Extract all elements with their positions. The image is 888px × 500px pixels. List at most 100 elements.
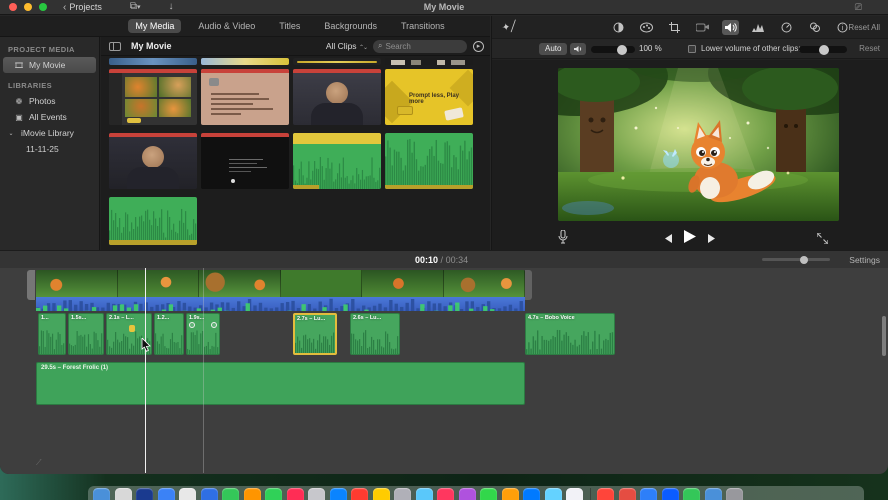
- timeline-vertical-scrollbar[interactable]: [882, 316, 886, 356]
- media-thumb-document[interactable]: [201, 69, 289, 125]
- playhead[interactable]: [145, 268, 146, 473]
- display-icon[interactable]: ⎚: [855, 2, 862, 13]
- volume-slider[interactable]: [591, 44, 635, 55]
- mute-button[interactable]: [570, 42, 586, 55]
- clip-filter-icon[interactable]: [806, 20, 823, 35]
- search-input[interactable]: ⌕ Search: [373, 39, 467, 53]
- dock-app-icon[interactable]: [523, 488, 540, 500]
- fade-handle-icon[interactable]: [211, 322, 217, 328]
- sidebar-toggle-icon[interactable]: [109, 41, 121, 51]
- dock-app-icon[interactable]: [308, 488, 325, 500]
- dock-app-icon[interactable]: [157, 488, 175, 500]
- lower-volume-knob[interactable]: [819, 44, 829, 55]
- media-thumb-presenter-2[interactable]: [109, 133, 197, 189]
- noise-equalizer-icon[interactable]: [750, 20, 767, 35]
- previous-frame-button[interactable]: [662, 230, 672, 248]
- fullscreen-icon[interactable]: [816, 231, 829, 249]
- fade-handle-icon[interactable]: [189, 322, 195, 328]
- background-music-clip[interactable]: 29.5s – Forest Frolic (1): [36, 362, 525, 405]
- dock-app-icon[interactable]: [394, 488, 411, 500]
- media-thumb-audio-3[interactable]: [109, 197, 197, 245]
- auto-volume-button[interactable]: Auto: [539, 42, 568, 55]
- media-thumb-screen-recording[interactable]: [201, 133, 289, 189]
- tab-titles[interactable]: Titles: [272, 19, 307, 33]
- media-thumb-partial[interactable]: [293, 58, 381, 65]
- speed-icon[interactable]: [778, 20, 795, 35]
- dock-app-icon[interactable]: [93, 488, 110, 500]
- clip-trim-handle-right[interactable]: [525, 270, 532, 300]
- timeline-zoom-slider[interactable]: [762, 255, 830, 264]
- dock-app-icon[interactable]: [480, 488, 497, 500]
- magic-wand-icon[interactable]: ✦╱: [501, 21, 517, 34]
- audio-clip-selected[interactable]: 2.7s – Lu...: [293, 313, 337, 355]
- sidebar-item-imovie-library[interactable]: ⌄ iMovie Library: [0, 125, 99, 141]
- circled-arrow-icon[interactable]: ▸: [473, 40, 484, 52]
- reset-button[interactable]: Reset: [859, 44, 880, 53]
- settings-button[interactable]: Settings: [849, 255, 880, 265]
- import-media-icon[interactable]: ⧉▾: [130, 1, 141, 13]
- lower-volume-slider[interactable]: [799, 44, 847, 55]
- dock-app-icon[interactable]: [544, 488, 562, 500]
- volume-icon[interactable]: [722, 19, 739, 35]
- media-thumb-slide[interactable]: Prompt less, Play more: [385, 69, 473, 125]
- dock-app-icon[interactable]: [243, 488, 261, 500]
- dock-app-icon[interactable]: [683, 488, 700, 500]
- clip-trim-handle-left[interactable]: [27, 270, 35, 300]
- close-window-button[interactable]: [9, 3, 17, 11]
- zoom-window-button[interactable]: [39, 3, 47, 11]
- dock-app-icon[interactable]: [114, 488, 132, 500]
- sidebar-item-all-events[interactable]: ▣ All Events: [0, 109, 99, 125]
- dock-app-icon[interactable]: [640, 488, 657, 500]
- audio-clip[interactable]: 1.5s...: [68, 313, 104, 355]
- dock-app-icon[interactable]: [501, 488, 519, 500]
- reset-all-button[interactable]: Reset All: [848, 23, 880, 32]
- audio-clip[interactable]: 2.6s – Lu...: [350, 313, 400, 355]
- dock-app-icon[interactable]: [222, 488, 239, 500]
- color-correction-icon[interactable]: [638, 20, 655, 35]
- dock-app-icon[interactable]: [265, 488, 282, 500]
- media-thumb-partial[interactable]: [201, 58, 289, 65]
- tab-transitions[interactable]: Transitions: [394, 19, 452, 33]
- dock-app-icon[interactable]: [458, 488, 476, 500]
- dock-app-icon[interactable]: [437, 488, 454, 500]
- beat-marker-icon[interactable]: [129, 325, 135, 332]
- next-frame-button[interactable]: [708, 230, 718, 248]
- preview-video[interactable]: [558, 68, 839, 221]
- dock-app-icon[interactable]: [329, 488, 347, 500]
- dock-app-icon[interactable]: [726, 488, 743, 500]
- play-button[interactable]: [684, 230, 696, 248]
- voiceover-mic-icon[interactable]: [558, 229, 568, 249]
- dock-app-icon[interactable]: [286, 488, 304, 500]
- media-thumb-partial[interactable]: [385, 58, 473, 65]
- sidebar-item-event-date[interactable]: 11-11-25: [0, 141, 99, 157]
- tab-backgrounds[interactable]: Backgrounds: [317, 19, 384, 33]
- media-thumb-photo-grid[interactable]: [109, 69, 197, 125]
- media-thumb-audio-2[interactable]: [385, 133, 473, 189]
- audio-clip[interactable]: 4.7s – Bobo Voice: [525, 313, 615, 355]
- dock-app-icon[interactable]: [661, 488, 679, 500]
- volume-slider-knob[interactable]: [617, 44, 627, 55]
- dock-app-icon[interactable]: [566, 488, 583, 500]
- dock-app-icon[interactable]: [179, 488, 196, 500]
- crop-icon[interactable]: [666, 20, 683, 35]
- timeline-zoom-knob[interactable]: [800, 255, 808, 264]
- dock-app-icon[interactable]: [136, 488, 153, 500]
- download-arrow-icon[interactable]: ↓: [169, 2, 174, 12]
- lower-volume-checkbox[interactable]: [688, 44, 696, 53]
- tab-audio-video[interactable]: Audio & Video: [191, 19, 262, 33]
- dock-app-icon[interactable]: [618, 488, 636, 500]
- video-audio-waveform[interactable]: [36, 297, 525, 311]
- media-thumb-presenter[interactable]: [293, 69, 381, 125]
- media-thumb-audio-1[interactable]: [293, 133, 381, 189]
- tab-my-media[interactable]: My Media: [128, 19, 182, 33]
- dock-app-icon[interactable]: [415, 488, 433, 500]
- minimize-window-button[interactable]: [24, 3, 32, 11]
- sidebar-item-photos[interactable]: ❁ Photos: [0, 93, 99, 109]
- sidebar-item-my-movie[interactable]: 🎞 My Movie: [3, 57, 96, 73]
- all-clips-filter[interactable]: All Clips ⌃⌄: [326, 41, 368, 51]
- timeline[interactable]: 1... 1.5s... 2.1s – L... 1.2... 1.9s... …: [0, 268, 888, 474]
- media-thumb-partial[interactable]: [109, 58, 197, 65]
- dock-app-icon[interactable]: [372, 488, 390, 500]
- dock-app-icon[interactable]: [200, 488, 218, 500]
- stabilization-icon[interactable]: [694, 20, 711, 35]
